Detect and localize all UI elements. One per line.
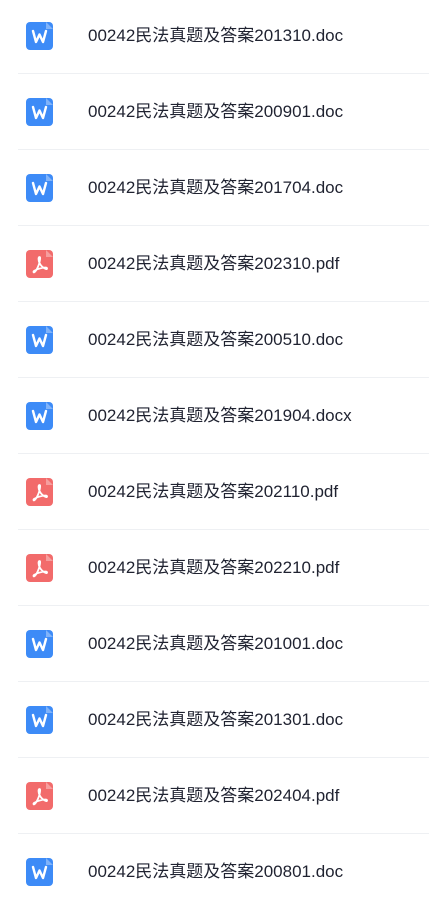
file-list-item[interactable]: 00242民法真题及答案200510.doc bbox=[0, 302, 429, 378]
file-list-item[interactable]: 00242民法真题及答案202310.pdf bbox=[0, 226, 429, 302]
word-file-icon bbox=[26, 22, 53, 50]
word-file-icon bbox=[26, 630, 53, 658]
file-list-item[interactable]: 00242民法真题及答案201001.doc bbox=[0, 606, 429, 682]
file-list-item[interactable]: 00242民法真题及答案201904.docx bbox=[0, 378, 429, 454]
file-list: 00242民法真题及答案201310.doc 00242民法真题及答案200901… bbox=[0, 0, 429, 898]
pdf-file-icon bbox=[26, 554, 53, 582]
file-name: 00242民法真题及答案201904.docx bbox=[88, 406, 352, 425]
file-name: 00242民法真题及答案200510.doc bbox=[88, 330, 344, 349]
file-name: 00242民法真题及答案201704.doc bbox=[88, 178, 344, 197]
file-name: 00242民法真题及答案201301.doc bbox=[88, 710, 344, 729]
file-name: 00242民法真题及答案202110.pdf bbox=[88, 482, 339, 501]
word-file-icon bbox=[26, 402, 53, 430]
file-list-item[interactable]: 00242民法真题及答案202404.pdf bbox=[0, 758, 429, 834]
file-list-item[interactable]: 00242民法真题及答案200901.doc bbox=[0, 74, 429, 150]
file-name: 00242民法真题及答案202210.pdf bbox=[88, 558, 340, 577]
word-file-icon bbox=[26, 98, 53, 126]
file-list-item[interactable]: 00242民法真题及答案202210.pdf bbox=[0, 530, 429, 606]
file-name: 00242民法真题及答案200901.doc bbox=[88, 102, 344, 121]
word-file-icon bbox=[26, 326, 53, 354]
word-file-icon bbox=[26, 174, 53, 202]
file-list-item[interactable]: 00242民法真题及答案202110.pdf bbox=[0, 454, 429, 530]
file-list-item[interactable]: 00242民法真题及答案200801.doc bbox=[0, 834, 429, 910]
file-list-item[interactable]: 00242民法真题及答案201310.doc bbox=[0, 0, 429, 74]
file-name: 00242民法真题及答案202310.pdf bbox=[88, 254, 340, 273]
file-name: 00242民法真题及答案201001.doc bbox=[88, 634, 344, 653]
pdf-file-icon bbox=[26, 478, 53, 506]
word-file-icon bbox=[26, 858, 53, 886]
pdf-file-icon bbox=[26, 250, 53, 278]
file-name: 00242民法真题及答案200801.doc bbox=[88, 862, 344, 881]
file-name: 00242民法真题及答案201310.doc bbox=[88, 26, 344, 45]
word-file-icon bbox=[26, 706, 53, 734]
file-name: 00242民法真题及答案202404.pdf bbox=[88, 786, 340, 805]
file-list-item[interactable]: 00242民法真题及答案201301.doc bbox=[0, 682, 429, 758]
file-list-item[interactable]: 00242民法真题及答案201704.doc bbox=[0, 150, 429, 226]
pdf-file-icon bbox=[26, 782, 53, 810]
